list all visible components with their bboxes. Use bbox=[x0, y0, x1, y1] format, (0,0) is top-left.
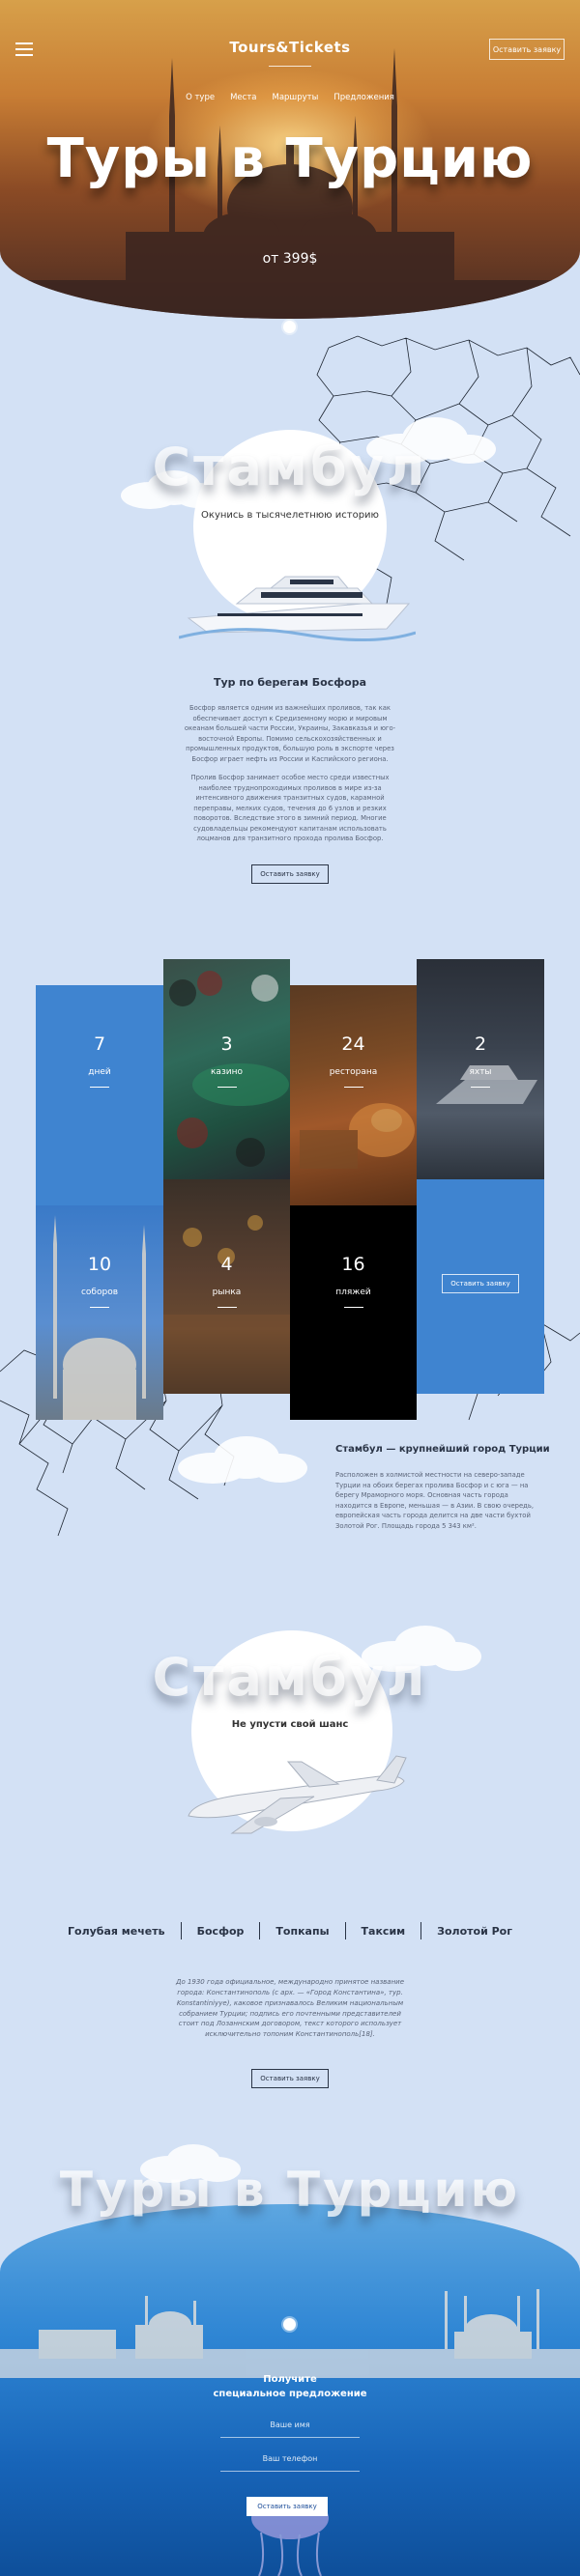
tour-title: Тур по берегам Босфора bbox=[213, 676, 367, 689]
scroll-dot[interactable] bbox=[283, 2318, 296, 2331]
bosphorus-paragraph-1: Босфор является одним из важнейших проли… bbox=[184, 704, 396, 763]
stat-number: 3 bbox=[220, 1033, 233, 1055]
market-photo-image bbox=[163, 1215, 290, 1394]
yacht-image bbox=[179, 576, 416, 642]
stat-number: 10 bbox=[87, 1254, 112, 1275]
section-caption: Окунись в тысячелетнюю историю bbox=[201, 510, 379, 521]
stat-label: казино bbox=[211, 1067, 243, 1077]
nav-item-about[interactable]: О туре bbox=[186, 93, 215, 102]
stat-label: пляжей bbox=[335, 1288, 371, 1297]
city-info-title: Стамбул — крупнейший город Турции bbox=[335, 1444, 550, 1455]
cloud-icon bbox=[178, 1436, 307, 1484]
cloud-icon bbox=[140, 2144, 241, 2183]
stat-number: 16 bbox=[341, 1254, 365, 1275]
stat-tile-casino: 3 казино bbox=[163, 959, 290, 1179]
stat-number: 7 bbox=[93, 1033, 106, 1055]
stat-divider bbox=[471, 1087, 490, 1088]
stat-number: 24 bbox=[341, 1033, 365, 1055]
stat-tile-restaurants: 24 ресторана bbox=[290, 985, 417, 1205]
stat-label: соборов bbox=[80, 1288, 119, 1297]
bosphorus-paragraph-2: Пролив Босфор занимает особое место сред… bbox=[190, 774, 390, 843]
stats-request-button[interactable]: Оставить заявку bbox=[442, 1274, 519, 1293]
stat-number: 2 bbox=[474, 1033, 487, 1055]
stat-divider bbox=[90, 1307, 109, 1308]
header-request-button[interactable]: Оставить заявку bbox=[489, 39, 565, 60]
tab-blue-mosque[interactable]: Голубая мечеть bbox=[52, 1925, 181, 1938]
stat-divider bbox=[217, 1087, 237, 1088]
stat-divider bbox=[343, 1087, 363, 1088]
nav-item-places[interactable]: Места bbox=[230, 93, 256, 102]
stat-tile-markets: 4 рынка bbox=[163, 1179, 290, 1394]
section-ghost-title: Стамбул bbox=[152, 437, 428, 497]
landmark-tabs: Голубая мечеть Босфор Топкапы Таксим Зол… bbox=[0, 1922, 580, 1939]
tab-golden-horn[interactable]: Золотой Рог bbox=[421, 1925, 528, 1938]
city-info-text: Расположен в холмистой местности на севе… bbox=[335, 1471, 534, 1530]
hero-banner: Tours&Tickets Оставить заявку О туре Мес… bbox=[0, 0, 580, 319]
stat-divider bbox=[343, 1307, 363, 1308]
footer-ghost-title: Туры в Турцию bbox=[59, 2162, 521, 2218]
stat-tile-days: 7 дней bbox=[36, 985, 163, 1205]
stat-label: яхты bbox=[469, 1067, 492, 1077]
tabs-request-button[interactable]: Оставить заявку bbox=[251, 2069, 329, 2088]
tab-topkapi[interactable]: Топкапы bbox=[260, 1925, 344, 1938]
tab-taksim[interactable]: Таксим bbox=[346, 1925, 421, 1938]
nav-item-offers[interactable]: Предложения bbox=[334, 93, 394, 102]
name-field[interactable]: Ваше имя bbox=[220, 2420, 360, 2438]
hero-title: Туры в Турцию bbox=[46, 127, 534, 190]
form-title-line1: Получите bbox=[263, 2374, 317, 2385]
section-caption: Не упусти свой шанс bbox=[231, 1719, 349, 1730]
hero-price: от 399$ bbox=[262, 251, 318, 267]
stat-tile-yachts: 2 яхты bbox=[417, 959, 544, 1179]
stat-number: 4 bbox=[220, 1254, 233, 1275]
phone-field[interactable]: Ваш телефон bbox=[220, 2454, 360, 2472]
tab-bosphorus[interactable]: Босфор bbox=[182, 1925, 260, 1938]
section-ghost-title: Стамбул bbox=[152, 1647, 428, 1708]
stat-divider bbox=[90, 1087, 109, 1088]
stat-tile-beaches: 16 пляжей bbox=[290, 1205, 417, 1420]
form-title-line2: специальное предложение bbox=[213, 2389, 367, 2399]
stat-divider bbox=[217, 1307, 237, 1308]
scroll-dot[interactable] bbox=[283, 321, 296, 333]
airplane-image bbox=[188, 1755, 407, 1834]
nav-item-routes[interactable]: Маршруты bbox=[272, 93, 318, 102]
stat-label: ресторана bbox=[329, 1067, 378, 1077]
stat-tile-cathedrals: 10 соборов bbox=[36, 1205, 163, 1420]
stat-tile-cta: Оставить заявку bbox=[417, 1179, 544, 1394]
submit-request-button[interactable]: Оставить заявку bbox=[246, 2497, 328, 2516]
tab-content-text: До 1930 года официальное, международно п… bbox=[175, 1978, 405, 2039]
stat-label: рынка bbox=[212, 1288, 242, 1297]
stat-label: дней bbox=[88, 1067, 111, 1077]
page: Tours&Tickets Оставить заявку О туре Мес… bbox=[0, 0, 580, 2576]
main-nav: О туре Места Маршруты Предложения bbox=[0, 93, 580, 102]
food-plate-image bbox=[300, 1103, 415, 1169]
tour-request-button[interactable]: Оставить заявку bbox=[251, 864, 329, 884]
mosque-photo-image bbox=[53, 1215, 146, 1420]
logo-underline bbox=[269, 66, 311, 67]
